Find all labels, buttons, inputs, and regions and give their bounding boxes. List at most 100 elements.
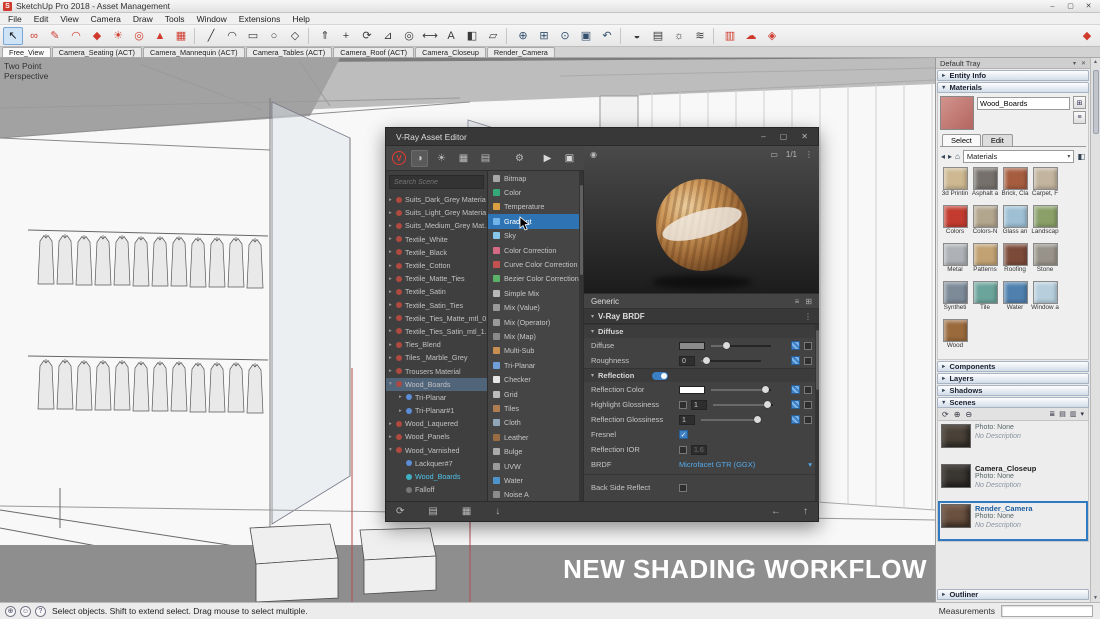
param-checkbox[interactable] [804,416,812,424]
expand-arrow-icon[interactable]: ▸ [399,408,406,414]
expand-arrow-icon[interactable]: ▸ [389,289,396,295]
shadows-icon[interactable]: ☼ [669,27,689,45]
vray-clipper-icon[interactable]: ◠ [66,27,86,45]
polygon-tool[interactable]: ◇ [285,27,305,45]
material-tree-item[interactable]: ▾ Wood_Varnished [386,444,487,457]
toolbar-item[interactable] [308,28,312,44]
param-checkbox[interactable] [804,357,812,365]
preview-scale-label[interactable]: 1/1 [786,150,797,159]
material-category-thumb[interactable] [943,205,968,228]
material-tree-item[interactable]: ▾ Wood_Boards [386,378,487,391]
preview-camera-icon[interactable]: ◉ [590,150,597,159]
expand-arrow-icon[interactable]: ▸ [389,223,396,229]
texture-type-item[interactable]: Sky [488,229,583,243]
param-value[interactable]: 0 [679,356,695,366]
scrollbar-thumb[interactable] [1093,70,1099,134]
texture-type-item[interactable]: Noise A [488,488,583,502]
material-category[interactable]: Roofing [1000,242,1030,280]
vray-sphere-light-icon[interactable]: ☀ [108,27,128,45]
show-details-icon[interactable]: ≣ [1049,410,1055,418]
texture-slot-icon[interactable] [791,415,800,424]
paint-bucket-tool[interactable]: ◧ [462,27,482,45]
vray-rect-light-icon[interactable]: ▦ [171,27,191,45]
material-tree-item[interactable]: ▸ Wood_Panels [386,430,487,443]
color-swatch[interactable] [679,386,705,394]
material-tree-item[interactable]: Wood_Boards [386,470,487,483]
toolbar-item[interactable] [620,28,624,44]
expand-arrow-icon[interactable]: ▸ [389,210,396,216]
material-category-thumb[interactable] [1033,205,1058,228]
reflection-section-header[interactable]: ▾ Reflection [584,368,819,382]
texture-type-item[interactable]: Tri-Planar [488,358,583,372]
menu-item[interactable]: Extensions [233,14,287,24]
vray-fur-icon[interactable]: ✎ [45,27,65,45]
tab-select[interactable]: Select [942,134,981,146]
texture-type-item[interactable]: Water [488,473,583,487]
minimize-button[interactable]: – [1044,1,1061,12]
texture-slot-icon[interactable] [791,356,800,365]
expand-arrow-icon[interactable]: ▸ [389,302,396,308]
toolbar-item[interactable] [506,28,510,44]
menu-item[interactable]: Tools [159,14,191,24]
tray-title-bar[interactable]: Default Tray ▾ ✕ [936,58,1090,69]
scene-list-item[interactable]: Photo: None No Description [938,421,1088,461]
param-value[interactable]: 1 [691,400,707,410]
orbit-tool[interactable]: ⊕ [513,27,533,45]
material-tree-item[interactable]: ▸ Ties_Blend [386,338,487,351]
back-arrow-icon[interactable]: ← [771,506,781,517]
previous-view-tool[interactable]: ↶ [597,27,617,45]
material-category[interactable]: Glass an [1000,204,1030,242]
close-button[interactable]: ✕ [1080,1,1097,12]
remove-scene-icon[interactable]: ⊖ [965,410,972,419]
param-slider[interactable] [713,404,773,406]
shadows-header[interactable]: ► Shadows [937,385,1089,396]
update-scene-icon[interactable]: ⟳ [942,410,949,419]
outliner-header[interactable]: ► Outliner [937,589,1089,600]
material-category-thumb[interactable] [943,281,968,304]
brdf-dropdown[interactable]: Microfacet GTR (GGX)▾ [679,460,812,469]
vray-help-icon[interactable]: ◈ [762,27,782,45]
material-tree-item[interactable]: ▸ Textile_White [386,233,487,246]
expand-arrow-icon[interactable]: ▸ [389,342,396,348]
param-checkbox[interactable] [804,386,812,394]
preview-menu-icon[interactable]: ⋮ [805,150,813,159]
back-icon[interactable]: ◂ [941,152,945,161]
material-tree-item[interactable]: ▸ Tri-Planar [386,391,487,404]
texture-type-item[interactable]: Mix (Operator) [488,315,583,329]
material-tree-item[interactable]: ▸ Textile_Black [386,246,487,259]
param-slider[interactable] [711,345,771,347]
menu-item[interactable]: Help [286,14,315,24]
toolbar-item[interactable] [194,28,198,44]
material-tree-item[interactable]: Falloff [386,483,487,496]
vray-lens-effects-icon[interactable]: ◆ [1077,27,1097,45]
material-category-thumb[interactable] [973,243,998,266]
fog-icon[interactable]: ≋ [690,27,710,45]
tab-edit[interactable]: Edit [982,134,1013,146]
sample-paint-icon[interactable]: ◧ [1077,152,1085,161]
texture-type-item[interactable]: Bezier Color Correction [488,272,583,286]
texture-type-item[interactable]: Bitmap [488,171,583,185]
params-scrollbar[interactable] [815,324,819,503]
viewport-3d[interactable]: Two Point Perspective NEW SHADING WORKFL… [0,58,935,602]
materials-collection-dropdown[interactable]: Materials ▾ [963,150,1075,163]
texture-type-item[interactable]: Temperature [488,200,583,214]
menu-item[interactable]: Edit [28,14,55,24]
material-category[interactable]: Stone [1030,242,1060,280]
color-swatch[interactable] [679,342,705,350]
scene-list-item[interactable]: Camera_Closeup Photo: None No Descriptio… [938,461,1088,501]
tray-scrollbar[interactable]: ▲ ▼ [1090,58,1100,602]
expand-arrow-icon[interactable]: ▾ [389,447,396,453]
materials-header[interactable]: ▼ Materials [937,82,1089,93]
layered-material-icon[interactable]: ≡ [795,297,800,306]
texture-type-item[interactable]: Cloth [488,416,583,430]
arc-tool[interactable]: ◠ [222,27,242,45]
scenes-header[interactable]: ▼ Scenes [937,397,1089,408]
vray-minimize-button[interactable]: – [761,132,765,141]
material-tree-item[interactable]: Lackquer#7 [386,457,487,470]
vray-dome-light-icon[interactable]: ◎ [129,27,149,45]
material-category-thumb[interactable] [943,319,968,342]
sync-icon[interactable]: ⟳ [396,506,404,517]
material-category-thumb[interactable] [1003,167,1028,190]
scene-tab[interactable]: Camera_Closeup [415,47,486,57]
download-icon[interactable]: ↓ [495,506,500,517]
